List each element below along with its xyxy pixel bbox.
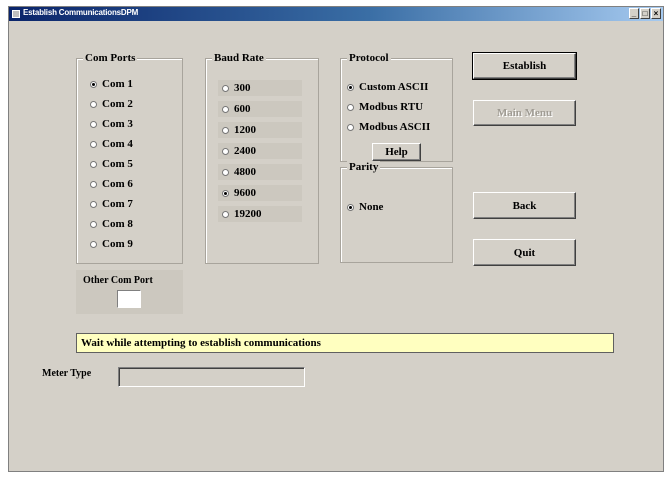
protocol-option-label: Modbus ASCII — [359, 121, 431, 133]
com-port-option-label: Com 3 — [102, 118, 133, 130]
parity-radio-icon — [347, 203, 354, 211]
com-port-option[interactable]: Com 5 — [90, 158, 133, 170]
protocol-radio-icon — [347, 123, 354, 131]
quit-button[interactable]: Quit — [473, 239, 576, 266]
baud-rate-option[interactable]: 1200 — [218, 122, 302, 138]
baud-rate-radio-icon — [222, 189, 229, 197]
meter-type-field — [118, 367, 305, 387]
main-menu-button[interactable]: Main Menu — [473, 100, 576, 126]
com-port-option[interactable]: Com 7 — [90, 198, 133, 210]
com-port-radio-icon — [90, 240, 97, 248]
com-port-option[interactable]: Com 8 — [90, 218, 133, 230]
com-port-option[interactable]: Com 4 — [90, 138, 133, 150]
com-ports-title: Com Ports — [83, 52, 138, 64]
status-message: Wait while attempting to establish commu… — [76, 333, 614, 353]
com-port-option-label: Com 2 — [102, 98, 133, 110]
baud-rate-option-label: 9600 — [234, 187, 256, 199]
baud-rate-group: Baud Rate 300 600 1200 2400 4800 9600 19200 — [205, 52, 319, 264]
com-port-radio-icon — [90, 80, 97, 88]
parity-option-label: None — [359, 201, 384, 213]
com-port-option-label: Com 1 — [102, 78, 133, 90]
back-button[interactable]: Back — [473, 192, 576, 219]
protocol-option[interactable]: Modbus RTU — [347, 101, 423, 113]
baud-rate-option[interactable]: 4800 — [218, 164, 302, 180]
baud-rate-option-label: 1200 — [234, 124, 256, 136]
protocol-title: Protocol — [347, 52, 391, 64]
baud-rate-option[interactable]: 19200 — [218, 206, 302, 222]
window-controls: _ □ × — [629, 8, 661, 19]
com-port-radio-icon — [90, 140, 97, 148]
other-com-port-label: Other Com Port — [83, 275, 153, 286]
baud-rate-radio-icon — [222, 84, 229, 92]
baud-rate-radio-icon — [222, 147, 229, 155]
protocol-group: Protocol Custom ASCII Modbus RTU Modbus AS… — [340, 52, 453, 162]
com-port-option-label: Com 9 — [102, 238, 133, 250]
baud-rate-title: Baud Rate — [212, 52, 266, 64]
com-port-radio-icon — [90, 100, 97, 108]
other-com-port-group: Other Com Port — [76, 270, 183, 314]
parity-group: Parity None — [340, 161, 453, 263]
parity-title: Parity — [347, 161, 381, 173]
baud-rate-radio-icon — [222, 210, 229, 218]
establish-communications-window: Establish CommunicationsDPM _ □ × Com Po… — [8, 6, 664, 472]
protocol-option-label: Custom ASCII — [359, 81, 429, 93]
baud-rate-option-label: 300 — [234, 82, 251, 94]
protocol-option-label: Modbus RTU — [359, 101, 424, 113]
minimize-icon[interactable]: _ — [629, 8, 639, 19]
baud-rate-option-label: 19200 — [234, 208, 262, 220]
com-port-option[interactable]: Com 9 — [90, 238, 133, 250]
baud-rate-option-label: 2400 — [234, 145, 256, 157]
com-port-option-label: Com 7 — [102, 198, 133, 210]
meter-type-label: Meter Type — [42, 368, 92, 379]
title-bar[interactable]: Establish CommunicationsDPM _ □ × — [9, 7, 663, 21]
com-port-option-label: Com 6 — [102, 178, 133, 190]
baud-rate-radio-icon — [222, 168, 229, 176]
maximize-icon[interactable]: □ — [640, 8, 650, 19]
com-port-option-label: Com 5 — [102, 158, 133, 170]
other-com-port-input[interactable] — [117, 290, 141, 308]
com-port-option[interactable]: Com 6 — [90, 178, 133, 190]
com-port-radio-icon — [90, 180, 97, 188]
protocol-option[interactable]: Modbus ASCII — [347, 121, 430, 133]
com-port-option-label: Com 8 — [102, 218, 133, 230]
establish-button[interactable]: Establish — [472, 52, 577, 80]
protocol-radio-icon — [347, 83, 354, 91]
com-ports-group: Com Ports Com 1 Com 2 Com 3 Com 4 Com 5 Com 6… — [76, 52, 183, 264]
app-icon — [12, 10, 20, 18]
com-port-radio-icon — [90, 160, 97, 168]
com-port-option[interactable]: Com 1 — [90, 78, 133, 90]
baud-rate-option-label: 600 — [234, 103, 251, 115]
parity-option[interactable]: None — [347, 201, 383, 213]
baud-rate-radio-icon — [222, 126, 229, 134]
com-port-option-label: Com 4 — [102, 138, 133, 150]
help-button[interactable]: Help — [372, 143, 421, 161]
baud-rate-option[interactable]: 300 — [218, 80, 302, 96]
com-port-radio-icon — [90, 200, 97, 208]
com-port-radio-icon — [90, 120, 97, 128]
baud-rate-option-label: 4800 — [234, 166, 256, 178]
com-port-option[interactable]: Com 3 — [90, 118, 133, 130]
close-icon[interactable]: × — [651, 8, 661, 19]
baud-rate-option[interactable]: 2400 — [218, 143, 302, 159]
com-port-radio-icon — [90, 220, 97, 228]
com-port-option[interactable]: Com 2 — [90, 98, 133, 110]
baud-rate-option[interactable]: 9600 — [218, 185, 302, 201]
baud-rate-radio-icon — [222, 105, 229, 113]
protocol-option[interactable]: Custom ASCII — [347, 81, 428, 93]
protocol-radio-icon — [347, 103, 354, 111]
window-title: Establish CommunicationsDPM — [23, 8, 139, 17]
baud-rate-option[interactable]: 600 — [218, 101, 302, 117]
